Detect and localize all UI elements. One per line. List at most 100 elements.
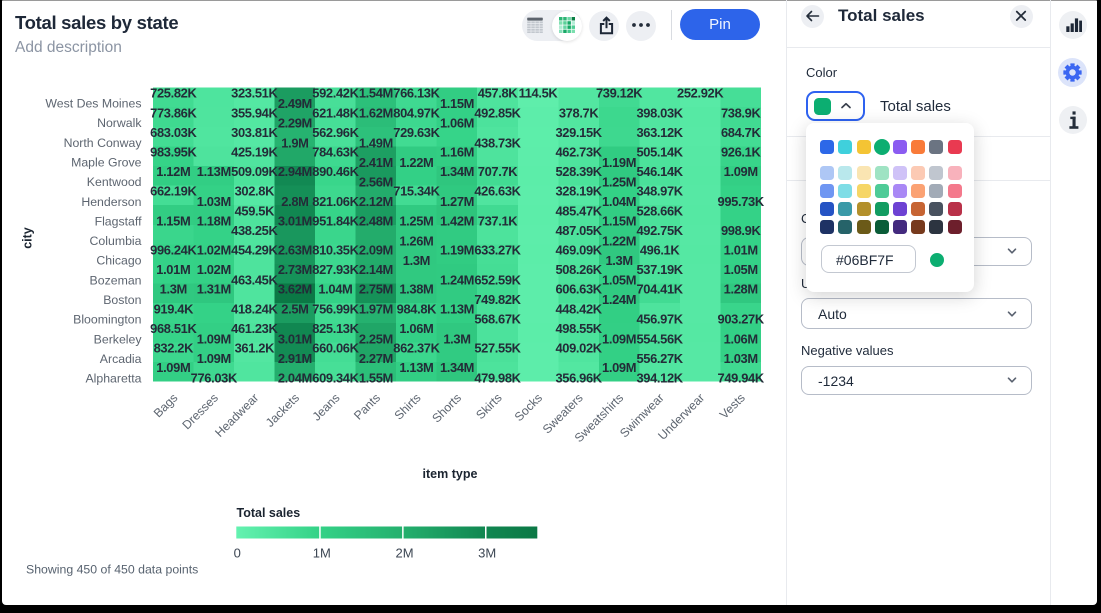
svg-text:Vests: Vests bbox=[717, 391, 748, 422]
svg-text:707.7K: 707.7K bbox=[478, 164, 519, 179]
svg-text:1.06M: 1.06M bbox=[440, 116, 474, 131]
svg-text:1.06M: 1.06M bbox=[399, 321, 433, 336]
svg-text:995.73K: 995.73K bbox=[718, 194, 765, 209]
svg-text:492.85K: 492.85K bbox=[474, 105, 521, 120]
svg-text:1.02M: 1.02M bbox=[197, 243, 231, 258]
svg-text:252.92K: 252.92K bbox=[677, 86, 724, 101]
svg-text:1.38M: 1.38M bbox=[399, 282, 433, 297]
svg-text:527.55K: 527.55K bbox=[474, 341, 521, 356]
svg-text:North Conway: North Conway bbox=[64, 136, 143, 150]
svg-text:1.55M: 1.55M bbox=[359, 371, 393, 386]
svg-text:1.28M: 1.28M bbox=[724, 282, 758, 297]
svg-text:1.15M: 1.15M bbox=[602, 214, 636, 229]
svg-text:509.09K: 509.09K bbox=[231, 164, 278, 179]
svg-text:633.27K: 633.27K bbox=[474, 243, 521, 258]
svg-text:1.49M: 1.49M bbox=[359, 135, 393, 150]
svg-text:537.19K: 537.19K bbox=[636, 262, 683, 277]
svg-text:363.12K: 363.12K bbox=[636, 125, 683, 140]
svg-text:Flagstaff: Flagstaff bbox=[95, 214, 143, 228]
svg-text:606.63K: 606.63K bbox=[555, 282, 602, 297]
svg-text:Maple Grove: Maple Grove bbox=[71, 156, 142, 170]
svg-text:city: city bbox=[21, 227, 35, 249]
svg-text:355.94K: 355.94K bbox=[231, 105, 278, 120]
svg-text:Showing 450 of 450 data points: Showing 450 of 450 data points bbox=[26, 563, 198, 577]
svg-text:766.13K: 766.13K bbox=[393, 86, 440, 101]
svg-text:1.22M: 1.22M bbox=[602, 233, 636, 248]
svg-text:715.34K: 715.34K bbox=[393, 184, 440, 199]
svg-text:1.19M: 1.19M bbox=[440, 243, 474, 258]
svg-text:302.8K: 302.8K bbox=[235, 184, 276, 199]
svg-text:425.19K: 425.19K bbox=[231, 145, 278, 160]
svg-text:2.91M: 2.91M bbox=[278, 351, 312, 366]
svg-text:984.8K: 984.8K bbox=[397, 301, 438, 316]
svg-text:951.84K: 951.84K bbox=[312, 214, 359, 229]
svg-text:1.22M: 1.22M bbox=[399, 155, 433, 170]
svg-text:Socks: Socks bbox=[512, 391, 545, 424]
svg-text:739.12K: 739.12K bbox=[596, 86, 643, 101]
svg-text:749.94K: 749.94K bbox=[718, 371, 765, 386]
svg-text:479.98K: 479.98K bbox=[474, 371, 521, 386]
svg-text:1.16M: 1.16M bbox=[440, 145, 474, 160]
svg-text:821.06K: 821.06K bbox=[312, 194, 359, 209]
svg-text:683.03K: 683.03K bbox=[150, 125, 197, 140]
svg-text:463.45K: 463.45K bbox=[231, 273, 278, 288]
svg-text:862.37K: 862.37K bbox=[393, 341, 440, 356]
svg-text:737.1K: 737.1K bbox=[478, 214, 519, 229]
svg-text:890.46K: 890.46K bbox=[312, 164, 359, 179]
svg-text:469.09K: 469.09K bbox=[555, 243, 602, 258]
svg-text:498.55K: 498.55K bbox=[555, 321, 602, 336]
svg-text:1.25M: 1.25M bbox=[602, 175, 636, 190]
svg-text:1.09M: 1.09M bbox=[197, 351, 231, 366]
svg-text:1.04M: 1.04M bbox=[602, 194, 636, 209]
svg-text:2.5M: 2.5M bbox=[281, 301, 308, 316]
svg-text:1.12M: 1.12M bbox=[156, 164, 190, 179]
svg-text:2.73M: 2.73M bbox=[278, 262, 312, 277]
svg-text:1.13M: 1.13M bbox=[399, 360, 433, 375]
svg-text:438.25K: 438.25K bbox=[231, 223, 278, 238]
svg-text:528.39K: 528.39K bbox=[555, 164, 602, 179]
svg-text:725.82K: 725.82K bbox=[150, 86, 197, 101]
svg-text:item type: item type bbox=[423, 467, 478, 481]
svg-text:1M: 1M bbox=[313, 546, 331, 561]
svg-text:2.94M: 2.94M bbox=[278, 164, 312, 179]
svg-text:562.96K: 562.96K bbox=[312, 125, 359, 140]
svg-text:Jackets: Jackets bbox=[263, 391, 302, 430]
svg-text:2.41M: 2.41M bbox=[359, 155, 393, 170]
svg-text:2.14M: 2.14M bbox=[359, 262, 393, 277]
svg-text:Bloomington: Bloomington bbox=[73, 313, 142, 327]
svg-text:West Des Moines: West Des Moines bbox=[45, 97, 141, 111]
svg-text:Arcadia: Arcadia bbox=[100, 352, 142, 366]
svg-text:303.81K: 303.81K bbox=[231, 125, 278, 140]
svg-text:919.4K: 919.4K bbox=[154, 301, 195, 316]
svg-text:329.15K: 329.15K bbox=[555, 125, 602, 140]
svg-text:1.24M: 1.24M bbox=[440, 273, 474, 288]
svg-text:1.34M: 1.34M bbox=[440, 164, 474, 179]
svg-text:1.25M: 1.25M bbox=[399, 214, 433, 229]
svg-text:398.03K: 398.03K bbox=[636, 105, 683, 120]
svg-text:554.56K: 554.56K bbox=[636, 331, 683, 346]
svg-text:660.06K: 660.06K bbox=[312, 341, 359, 356]
svg-text:Norwalk: Norwalk bbox=[97, 116, 142, 130]
svg-text:114.5K: 114.5K bbox=[519, 86, 559, 101]
svg-text:592.42K: 592.42K bbox=[312, 86, 359, 101]
svg-text:1.03M: 1.03M bbox=[197, 194, 231, 209]
svg-text:Boston: Boston bbox=[103, 293, 141, 307]
svg-text:Dresses: Dresses bbox=[179, 391, 221, 433]
svg-text:Kentwood: Kentwood bbox=[87, 175, 142, 189]
svg-text:983.95K: 983.95K bbox=[150, 145, 197, 160]
svg-text:729.63K: 729.63K bbox=[393, 125, 440, 140]
svg-text:528.66K: 528.66K bbox=[636, 203, 683, 218]
svg-text:784.63K: 784.63K bbox=[312, 145, 359, 160]
svg-text:1.09M: 1.09M bbox=[602, 331, 636, 346]
svg-text:1.09M: 1.09M bbox=[197, 331, 231, 346]
svg-text:1.15M: 1.15M bbox=[440, 96, 474, 111]
svg-text:Total sales: Total sales bbox=[237, 506, 301, 520]
svg-text:903.27K: 903.27K bbox=[718, 312, 765, 327]
svg-text:Shirts: Shirts bbox=[392, 391, 424, 423]
svg-text:2.27M: 2.27M bbox=[359, 351, 393, 366]
svg-text:1.42M: 1.42M bbox=[440, 214, 474, 229]
svg-text:492.75K: 492.75K bbox=[636, 223, 683, 238]
svg-text:546.14K: 546.14K bbox=[636, 164, 683, 179]
svg-text:749.82K: 749.82K bbox=[474, 292, 521, 307]
svg-text:1.18M: 1.18M bbox=[197, 214, 231, 229]
